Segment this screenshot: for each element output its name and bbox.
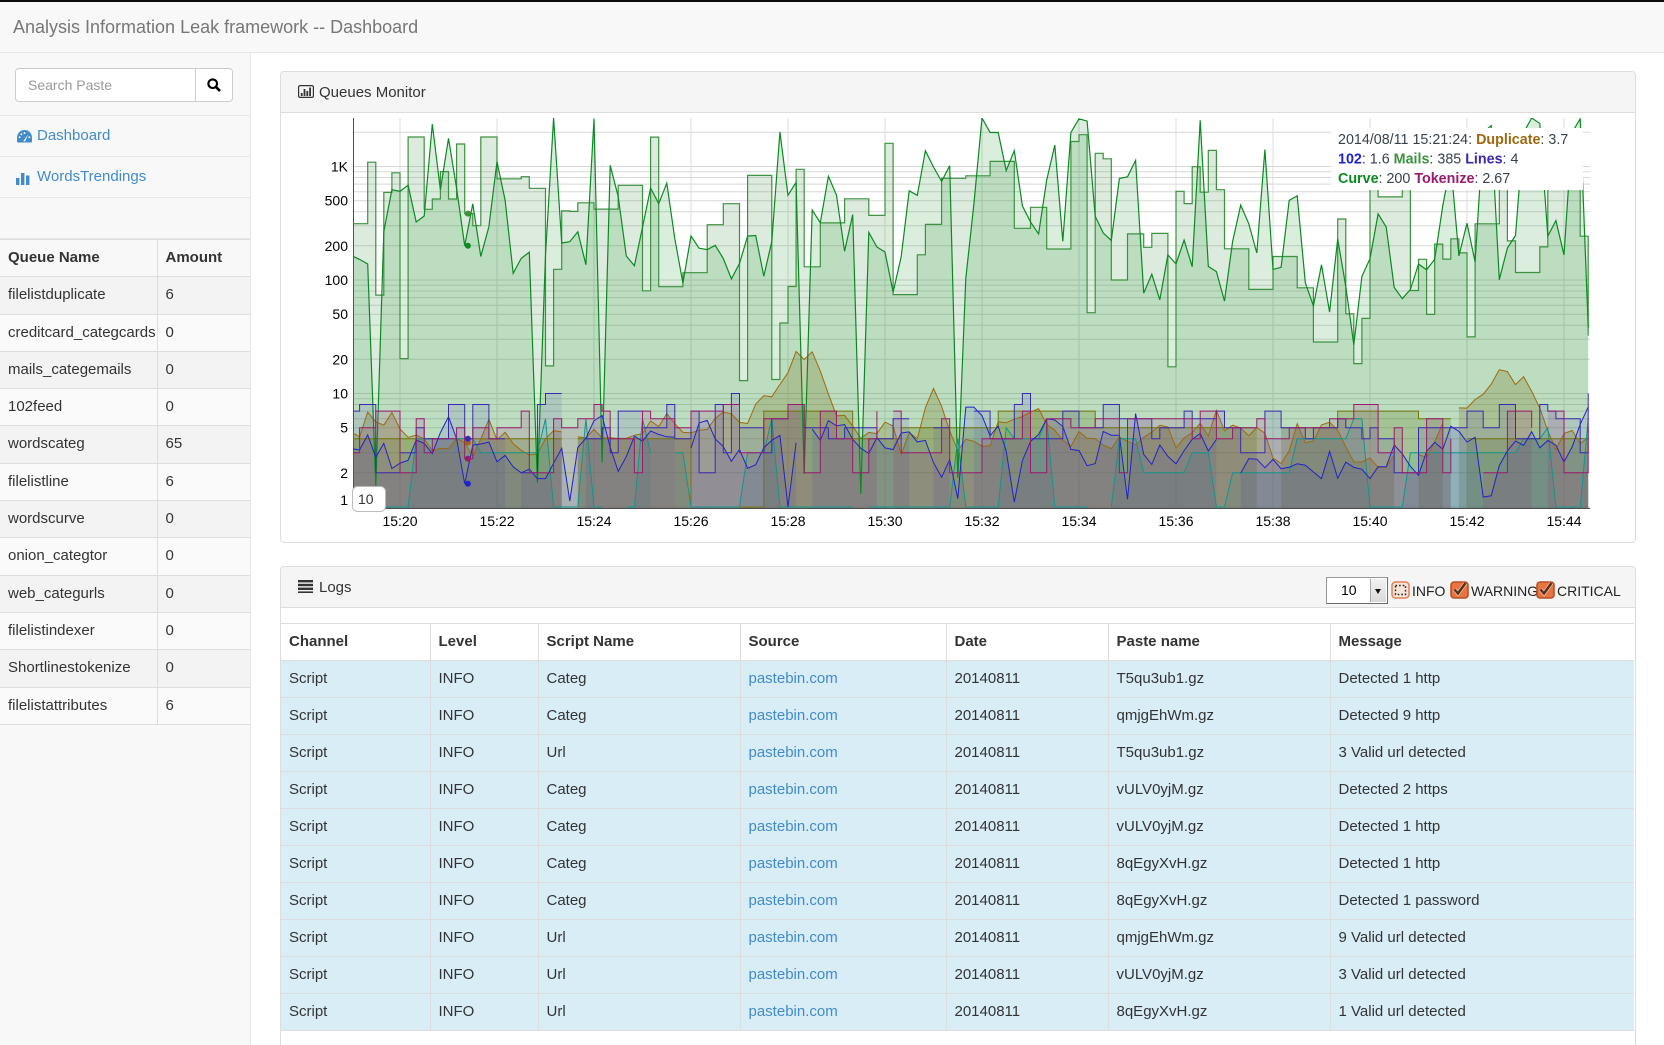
svg-text:5: 5 xyxy=(340,420,348,436)
svg-text:15:34: 15:34 xyxy=(1061,513,1096,529)
svg-text:15:40: 15:40 xyxy=(1352,513,1387,529)
svg-text:500: 500 xyxy=(325,193,349,209)
svg-text:15:32: 15:32 xyxy=(964,513,999,529)
svg-text:2014/08/11 15:21:24: Duplicate: 2014/08/11 15:21:24: Duplicate: 3.7 xyxy=(1338,132,1568,148)
svg-text:15:30: 15:30 xyxy=(867,513,902,529)
svg-text:Curve: 200 Tokenize: 2.67: Curve: 200 Tokenize: 2.67 xyxy=(1338,171,1510,187)
svg-text:10: 10 xyxy=(332,386,348,402)
svg-text:15:28: 15:28 xyxy=(770,513,805,529)
svg-text:15:22: 15:22 xyxy=(479,513,514,529)
svg-text:15:36: 15:36 xyxy=(1158,513,1193,529)
svg-text:1: 1 xyxy=(340,492,348,508)
svg-text:20: 20 xyxy=(332,351,348,367)
svg-text:15:26: 15:26 xyxy=(673,513,708,529)
svg-text:15:24: 15:24 xyxy=(576,513,611,529)
svg-text:15:20: 15:20 xyxy=(382,513,417,529)
svg-text:1K: 1K xyxy=(331,159,349,175)
svg-text:100: 100 xyxy=(325,272,349,288)
svg-text:102: 1.6 Mails: 385 Lines: 4: 102: 1.6 Mails: 385 Lines: 4 xyxy=(1338,152,1518,168)
svg-text:2: 2 xyxy=(340,465,348,481)
svg-text:15:44: 15:44 xyxy=(1546,513,1581,529)
svg-text:200: 200 xyxy=(325,238,349,254)
svg-text:15:38: 15:38 xyxy=(1255,513,1290,529)
svg-text:15:42: 15:42 xyxy=(1449,513,1484,529)
svg-text:50: 50 xyxy=(332,306,348,322)
svg-text:10: 10 xyxy=(358,491,374,507)
